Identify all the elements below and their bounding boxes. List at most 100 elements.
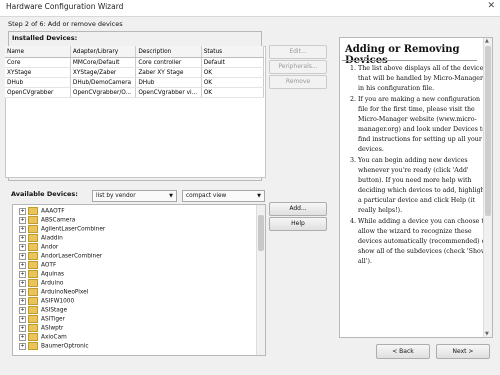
tree-node-label: ABSCamera: [41, 217, 76, 224]
tree-node-label: ASIFW1000: [41, 298, 75, 305]
folder-icon: [28, 261, 38, 269]
tree-node[interactable]: + ABSCamera: [19, 216, 75, 225]
folder-icon: [28, 297, 38, 305]
expand-icon[interactable]: +: [19, 306, 26, 314]
view-mode-value: compact view: [186, 193, 227, 199]
window-title: Hardware Configuration Wizard: [6, 2, 124, 11]
cell-name: Core: [5, 57, 71, 68]
tree-node-label: AgilentLaserCombiner: [41, 226, 106, 233]
peripherals-button[interactable]: Peripherals...: [269, 60, 327, 74]
scroll-up-icon[interactable]: ▲: [485, 38, 489, 44]
tree-node[interactable]: + AxioCam: [19, 333, 67, 342]
column-header-status[interactable]: Status: [201, 46, 265, 58]
help-heading: Adding or Removing Devices: [345, 44, 460, 66]
installed-devices-label: Installed Devices:: [12, 34, 78, 42]
table-row[interactable]: Core MMCore/Default Core controller Defa…: [5, 57, 265, 68]
table-row[interactable]: DHub DHub/DemoCamera DHub OK: [5, 77, 265, 88]
cell-name: OpenCVgrabber: [5, 87, 71, 98]
tree-node-label: AAAOTF: [41, 208, 65, 215]
tree-node[interactable]: + ASIStage: [19, 306, 67, 315]
tree-node-label: Andor: [41, 244, 59, 251]
back-button[interactable]: < Back: [376, 344, 430, 359]
tree-node-label: AxioCam: [41, 334, 67, 341]
scroll-down-icon[interactable]: ▼: [485, 331, 489, 337]
expand-icon[interactable]: +: [19, 225, 26, 233]
tree-node[interactable]: + AgilentLaserCombiner: [19, 225, 105, 234]
installed-devices-table[interactable]: Name Adapter/Library Description Status …: [5, 46, 265, 98]
cell-status: OK: [201, 67, 265, 78]
table-row[interactable]: XYStage XYStage/Zaber Zaber XY Stage OK: [5, 67, 265, 78]
expand-icon[interactable]: +: [19, 270, 26, 278]
expand-icon[interactable]: +: [19, 252, 26, 260]
column-header-description[interactable]: Description: [135, 46, 202, 58]
scrollbar-thumb[interactable]: [258, 215, 264, 251]
expand-icon[interactable]: +: [19, 315, 26, 323]
cell-status: OK: [201, 87, 265, 98]
expand-icon[interactable]: +: [19, 216, 26, 224]
help-list: The list above displays all of the devic…: [340, 64, 490, 268]
help-divider: [342, 60, 477, 61]
expand-icon[interactable]: +: [19, 297, 26, 305]
tree-node-label: Aladdin: [41, 235, 63, 242]
cell-adapter: OpenCVgrabber/O...: [70, 87, 137, 98]
column-header-adapter[interactable]: Adapter/Library: [70, 46, 137, 58]
tree-node[interactable]: + Arduino: [19, 279, 63, 288]
tree-node[interactable]: + BaumerOptronic: [19, 342, 89, 351]
tree-node[interactable]: + AndorLaserCombiner: [19, 252, 102, 261]
folder-icon: [28, 216, 38, 224]
tree-node-label: BaumerOptronic: [41, 343, 89, 350]
expand-icon[interactable]: +: [19, 342, 26, 350]
folder-icon: [28, 234, 38, 242]
tree-node[interactable]: + Aquinas: [19, 270, 64, 279]
expand-icon[interactable]: +: [19, 288, 26, 296]
folder-icon: [28, 279, 38, 287]
tree-node[interactable]: + ASITiger: [19, 315, 65, 324]
close-icon[interactable]: ✕: [487, 1, 495, 11]
tree-node-label: AndorLaserCombiner: [41, 253, 103, 260]
help-scrollbar[interactable]: ▲ ▼: [483, 38, 492, 337]
remove-button[interactable]: Remove: [269, 75, 327, 89]
tree-node[interactable]: + AAAOTF: [19, 207, 65, 216]
cell-status: OK: [201, 77, 265, 88]
expand-icon[interactable]: +: [19, 234, 26, 242]
next-button[interactable]: Next >: [436, 344, 490, 359]
column-header-name[interactable]: Name: [5, 46, 71, 58]
view-mode-combo[interactable]: compact view ▼: [182, 190, 265, 202]
chevron-down-icon: ▼: [169, 193, 173, 199]
cell-adapter: XYStage/Zaber: [70, 67, 137, 78]
expand-icon[interactable]: +: [19, 261, 26, 269]
expand-icon[interactable]: +: [19, 207, 26, 215]
sort-by-combo[interactable]: list by vendor ▼: [92, 190, 177, 202]
scrollbar-thumb[interactable]: [485, 46, 491, 216]
tree-node-label: ASIStage: [41, 307, 68, 314]
cell-adapter: MMCore/Default: [70, 57, 137, 68]
help-item: You can begin adding new devices wheneve…: [358, 156, 490, 216]
add-button[interactable]: Add...: [269, 202, 327, 216]
step-label: Step 2 of 6: Add or remove devices: [8, 20, 123, 28]
expand-icon[interactable]: +: [19, 243, 26, 251]
available-devices-tree[interactable]: + AAAOTF + ABSCamera + AgilentLaserCombiner…: [12, 204, 266, 356]
table-row[interactable]: OpenCVgrabber OpenCVgrabber/O... OpenCVg…: [5, 87, 265, 98]
folder-icon: [28, 342, 38, 350]
tree-node[interactable]: + ASIwptr: [19, 324, 63, 333]
help-item: If you are making a new configuration fi…: [358, 95, 490, 155]
tree-node[interactable]: + AOTF: [19, 261, 56, 270]
folder-icon: [28, 333, 38, 341]
folder-icon: [28, 324, 38, 332]
help-button[interactable]: Help: [269, 217, 327, 231]
tree-node[interactable]: + Andor: [19, 243, 58, 252]
tree-node[interactable]: + ASIFW1000: [19, 297, 74, 306]
tree-scrollbar[interactable]: [256, 205, 265, 355]
tree-node[interactable]: + ArduinoNeoPixel: [19, 288, 88, 297]
expand-icon[interactable]: +: [19, 333, 26, 341]
edit-button[interactable]: Edit...: [269, 45, 327, 59]
expand-icon[interactable]: +: [19, 324, 26, 332]
table-header-row: Name Adapter/Library Description Status: [5, 46, 265, 58]
expand-icon[interactable]: +: [19, 279, 26, 287]
folder-icon: [28, 306, 38, 314]
tree-node[interactable]: + Aladdin: [19, 234, 63, 243]
tree-node-label: ASIwptr: [41, 325, 64, 332]
tree-node-label: Arduino: [41, 280, 64, 287]
tree-node-label: ArduinoNeoPixel: [41, 289, 89, 296]
folder-icon: [28, 270, 38, 278]
